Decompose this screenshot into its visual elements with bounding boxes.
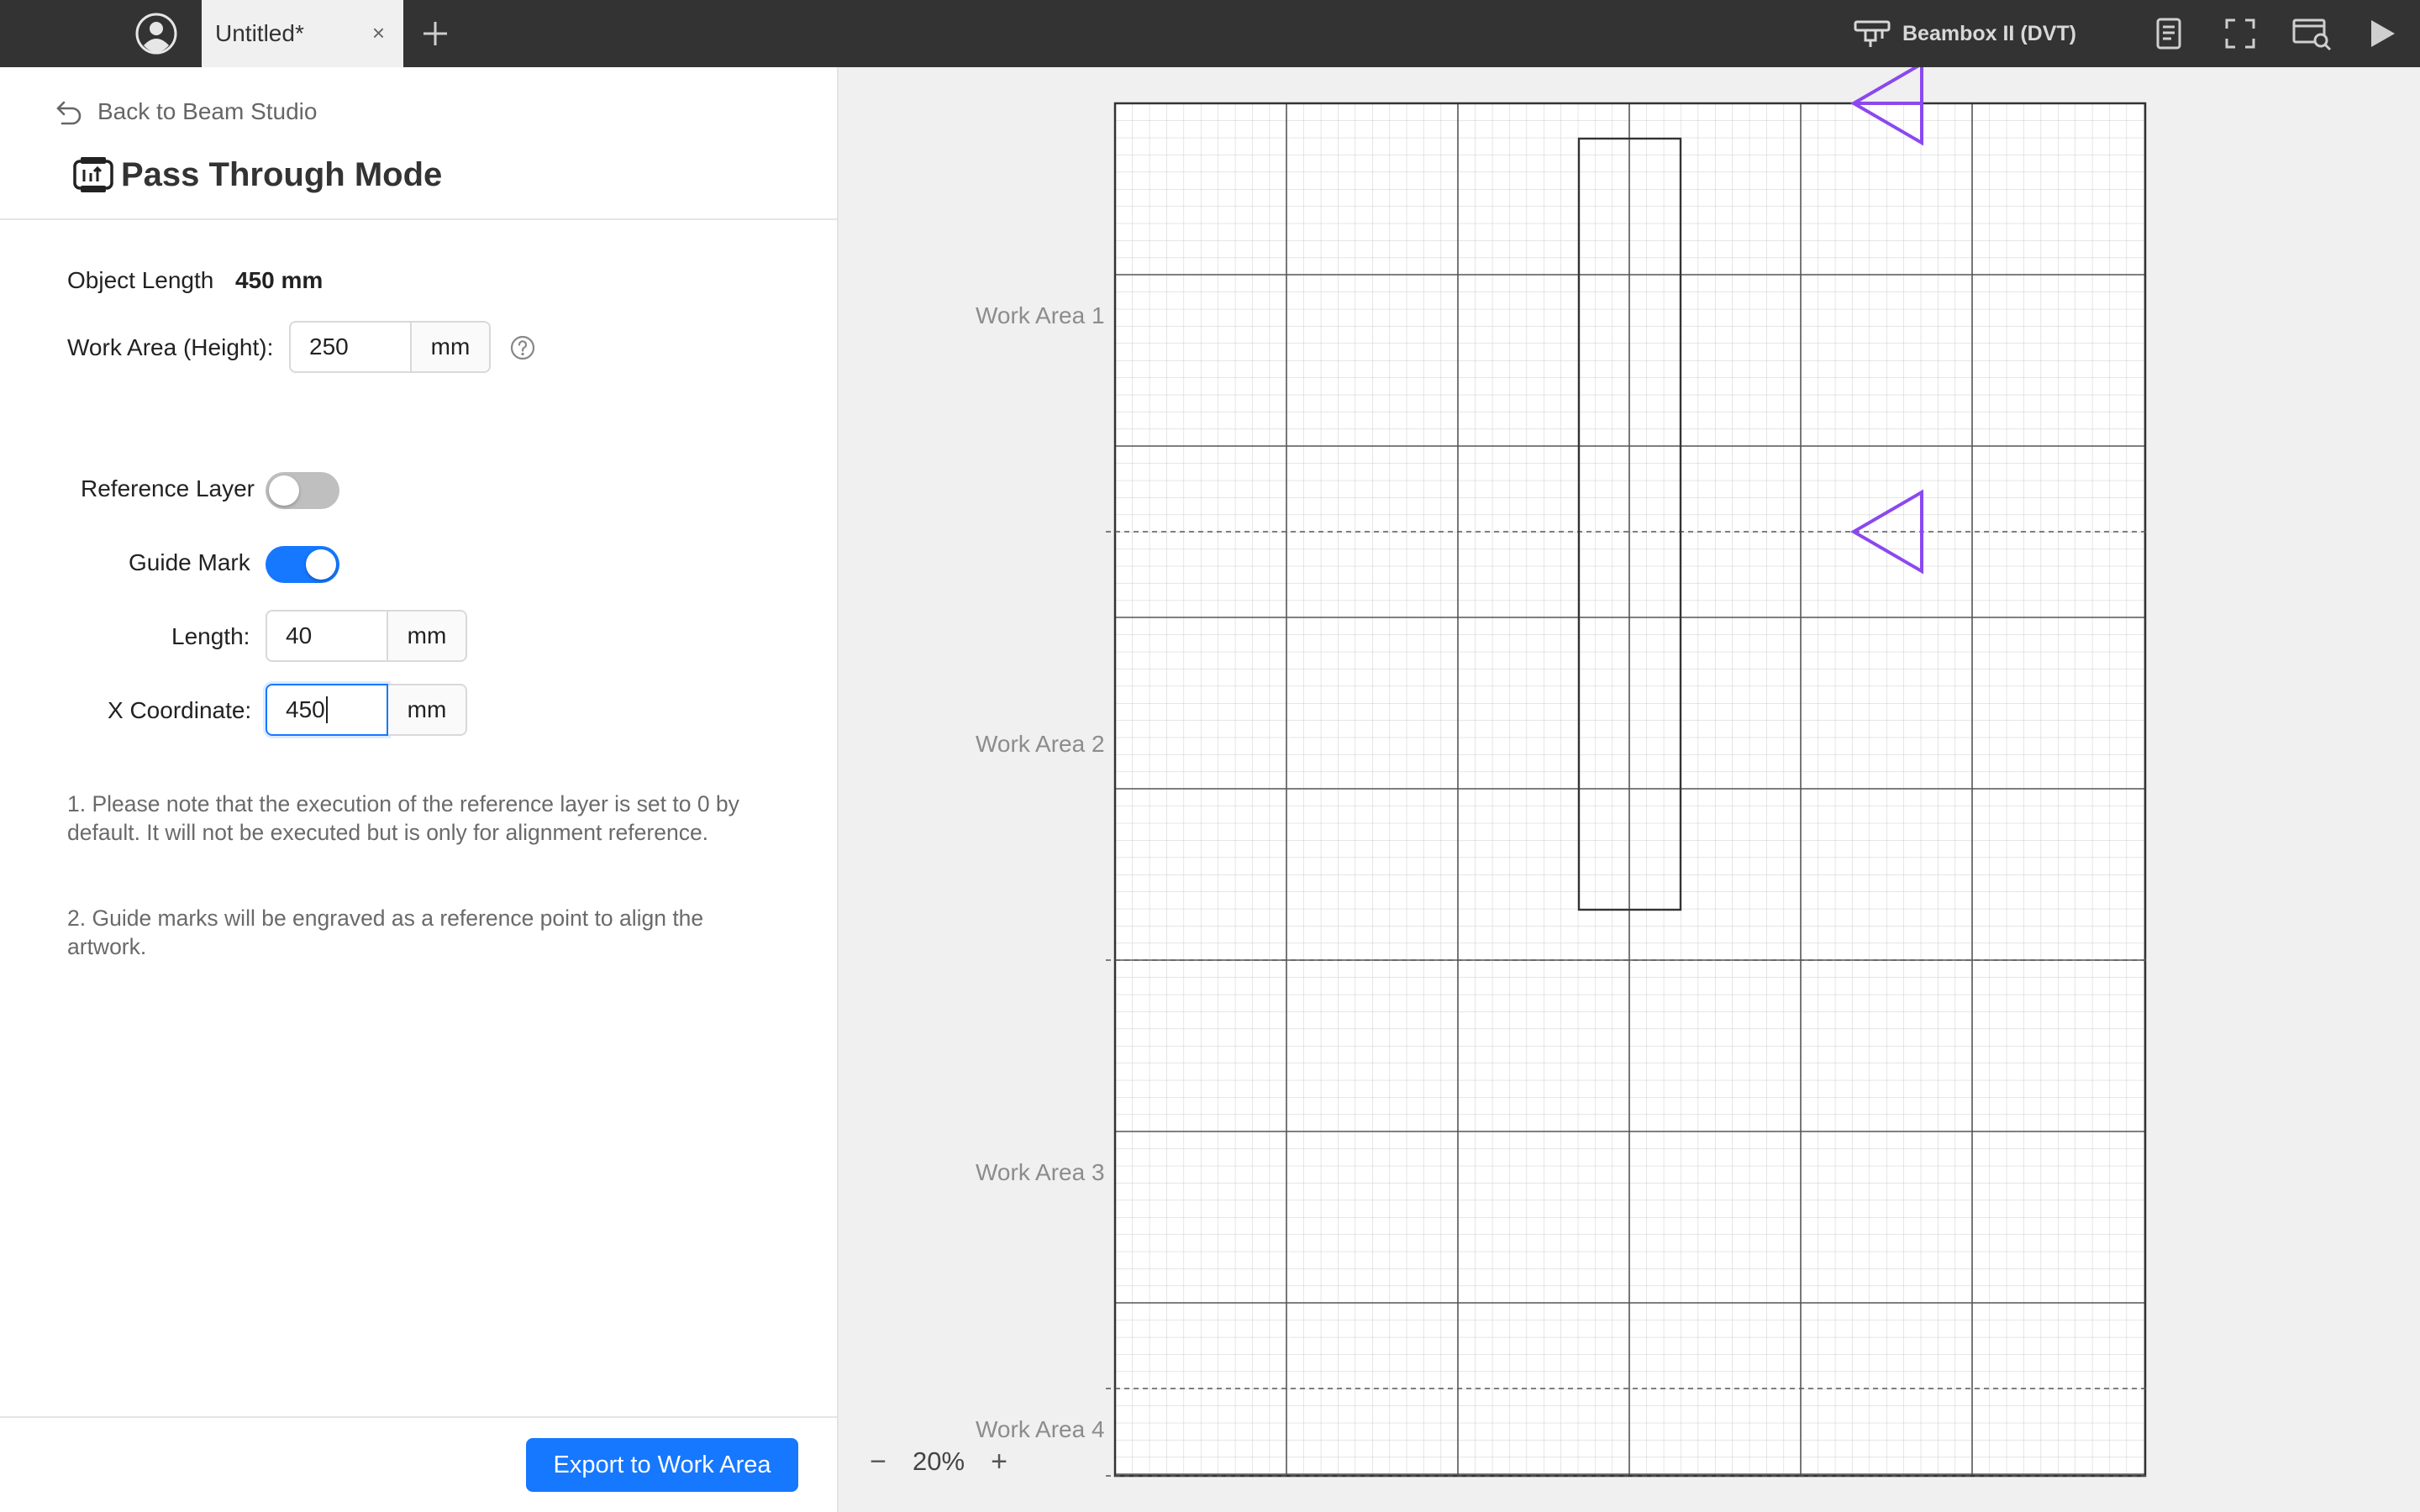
x-coordinate-label: X Coordinate: bbox=[108, 697, 252, 723]
frame-icon bbox=[2225, 18, 2255, 49]
work-area-height-field: 250 mm bbox=[289, 321, 491, 373]
new-tab-button[interactable] bbox=[415, 13, 455, 54]
footer-divider bbox=[0, 1416, 837, 1418]
zoom-level: 20% bbox=[913, 1446, 965, 1476]
work-area-label-4: Work Area 4 bbox=[976, 1416, 1105, 1442]
workspace-canvas[interactable]: Work Area 1 Work Area 2 Work Area 3 Work… bbox=[840, 60, 2420, 1512]
help-button[interactable] bbox=[509, 334, 536, 361]
work-area-label-3: Work Area 3 bbox=[976, 1159, 1105, 1185]
header-divider bbox=[0, 218, 837, 220]
document-tab[interactable]: Untitled* × bbox=[202, 0, 403, 67]
text-caret bbox=[325, 696, 328, 723]
guide-length-label: Length: bbox=[171, 623, 250, 649]
user-icon bbox=[135, 13, 177, 55]
note-guide-marks: 2. Guide marks will be engraved as a ref… bbox=[67, 906, 704, 959]
start-job-button[interactable] bbox=[2363, 15, 2400, 52]
work-area-height-label: Work Area (Height): bbox=[67, 334, 274, 360]
guide-mark-label: Guide Mark bbox=[129, 549, 250, 575]
work-area-label-1: Work Area 1 bbox=[976, 302, 1105, 328]
pass-through-panel: Back to Beam Studio Pass Through Mode Ob… bbox=[0, 67, 839, 1512]
page-title: Pass Through Mode bbox=[121, 155, 443, 193]
work-area-height-input[interactable]: 250 bbox=[289, 321, 412, 373]
layer-list-button[interactable] bbox=[2151, 15, 2188, 52]
x-coordinate-input[interactable]: 450 bbox=[266, 684, 388, 736]
document-list-icon bbox=[2156, 18, 2181, 50]
page-header: Pass Through Mode bbox=[72, 155, 442, 195]
object-length-value: 450 mm bbox=[235, 267, 324, 293]
user-account-button[interactable] bbox=[134, 12, 178, 55]
work-area-height-unit: mm bbox=[412, 321, 491, 373]
note-reference-layer: 1. Please note that the execution of the… bbox=[67, 791, 739, 845]
pass-through-icon bbox=[73, 157, 113, 192]
frame-button[interactable] bbox=[2222, 15, 2259, 52]
work-area-label-2: Work Area 2 bbox=[976, 731, 1105, 757]
object-length-label: Object Length bbox=[67, 267, 214, 293]
laser-machine-icon bbox=[1854, 20, 1891, 47]
grid-svg[interactable] bbox=[840, 60, 2420, 1512]
camera-preview-button[interactable] bbox=[2291, 15, 2333, 52]
switch-knob bbox=[269, 475, 299, 506]
x-coordinate-field: 450 mm bbox=[266, 684, 467, 736]
reference-layer-switch[interactable] bbox=[266, 472, 339, 509]
tab-close-icon[interactable]: × bbox=[372, 20, 385, 45]
question-circle-icon bbox=[510, 335, 535, 360]
guide-length-field: 40 mm bbox=[266, 610, 467, 662]
back-label: Back to Beam Studio bbox=[97, 98, 318, 124]
plus-icon bbox=[424, 22, 447, 45]
guide-length-unit: mm bbox=[388, 610, 467, 662]
device-name: Beambox II (DVT) bbox=[1902, 21, 2076, 45]
undo-arrow-icon bbox=[56, 101, 82, 125]
zoom-in-button[interactable]: + bbox=[985, 1446, 1013, 1478]
guide-mark-switch[interactable] bbox=[266, 546, 339, 583]
device-selector[interactable]: Beambox II (DVT) bbox=[1854, 17, 2076, 50]
tab-title: Untitled* bbox=[215, 20, 304, 46]
zoom-out-button[interactable]: − bbox=[864, 1446, 892, 1478]
x-coordinate-unit: mm bbox=[388, 684, 467, 736]
reference-layer-label: Reference Layer bbox=[81, 475, 255, 501]
x-coordinate-value: 450 bbox=[286, 696, 325, 722]
zoom-control: − 20% + bbox=[864, 1441, 1013, 1482]
title-bar: Untitled* × Beambox II (DVT) bbox=[0, 0, 2420, 67]
back-to-beam-studio-link[interactable]: Back to Beam Studio bbox=[55, 97, 317, 126]
guide-length-input[interactable]: 40 bbox=[266, 610, 388, 662]
switch-knob bbox=[306, 549, 336, 580]
export-to-work-area-button[interactable]: Export to Work Area bbox=[526, 1438, 798, 1492]
play-icon bbox=[2371, 20, 2395, 47]
preview-search-icon bbox=[2292, 18, 2332, 51]
minor-grid bbox=[1115, 103, 2145, 1476]
